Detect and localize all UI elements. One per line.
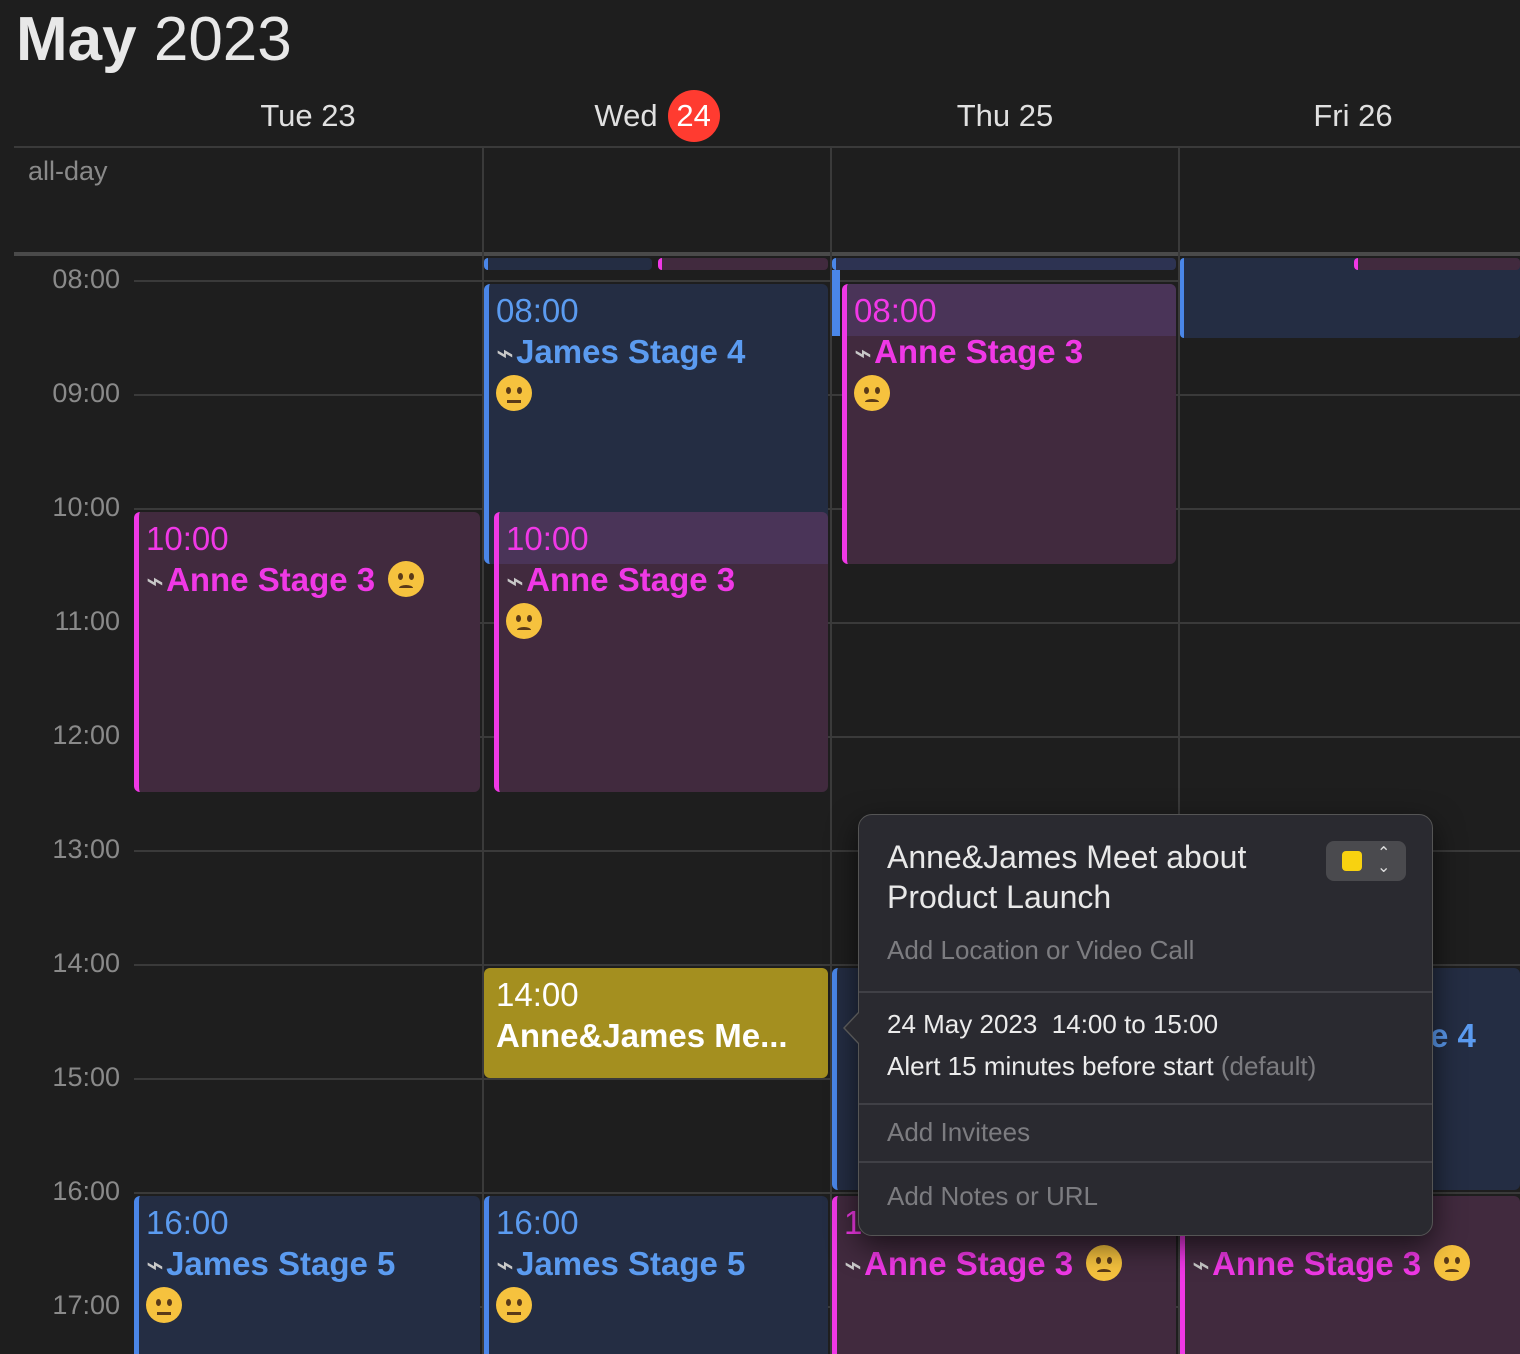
- allday-divider: [14, 252, 1520, 256]
- event-james-stage-5[interactable]: 16:00 ⌁James Stage 5: [134, 1196, 480, 1354]
- hour-label: 17:00: [52, 1290, 120, 1320]
- notes-field[interactable]: Add Notes or URL: [887, 1181, 1098, 1212]
- event-time: 14:00: [496, 976, 579, 1013]
- plug-icon: ⌁: [496, 337, 515, 370]
- date-time-field[interactable]: 24 May 2023 14:00 to 15:00: [887, 1009, 1218, 1040]
- event-stub[interactable]: [832, 270, 840, 336]
- worried-face-icon: [1434, 1245, 1471, 1281]
- weary-face-icon: [496, 375, 532, 411]
- event-time: 10:00: [146, 520, 229, 557]
- event-time: 16:00: [146, 1204, 229, 1241]
- crying-face-icon: [496, 1287, 532, 1323]
- calendar-color-swatch: [1341, 851, 1362, 871]
- event-stub[interactable]: [658, 258, 828, 270]
- day-label: Wed: [594, 98, 658, 133]
- worried-face-icon: [388, 561, 425, 597]
- event-title: ⌁Anne Stage 3: [146, 560, 472, 602]
- day-header-thu[interactable]: Thu 25: [832, 94, 1178, 138]
- event-anne-stage-3[interactable]: 08:00 ⌁Anne Stage 3: [842, 284, 1176, 564]
- worried-face-icon: [854, 375, 890, 411]
- event-title: Anne&James Me...: [496, 1017, 788, 1054]
- hour-label: 08:00: [52, 264, 120, 294]
- day-label: Tue 23: [260, 98, 356, 133]
- event-title: ⌁Anne Stage 3: [506, 560, 820, 642]
- day-header-wed[interactable]: Wed 24: [484, 90, 830, 142]
- plug-icon: ⌁: [506, 565, 525, 598]
- year-label: 2023: [153, 5, 292, 74]
- event-title: ⌁James Stage 4: [496, 332, 820, 414]
- hour-label: 10:00: [52, 492, 120, 522]
- hour-label: 12:00: [52, 720, 120, 750]
- invitees-field[interactable]: Add Invitees: [887, 1117, 1030, 1148]
- hour-label: 13:00: [52, 834, 120, 864]
- day-header-fri[interactable]: Fri 26: [1180, 94, 1520, 138]
- event-time: 08:00: [496, 292, 579, 329]
- month-title: May 2023: [16, 4, 292, 75]
- event-detail-popover: Anne&James Meet about Product Launch ⌃ ⌄ …: [843, 814, 1433, 1236]
- location-field[interactable]: Add Location or Video Call: [887, 935, 1194, 966]
- plug-icon: ⌁: [1192, 1249, 1211, 1282]
- hour-label: 11:00: [54, 606, 120, 636]
- event-title: ⌁Anne Stage 3: [854, 332, 1168, 414]
- event-stub[interactable]: [832, 258, 1176, 270]
- event-james-stage-5[interactable]: 16:00 ⌁James Stage 5: [484, 1196, 828, 1354]
- popover-arrow: [843, 1011, 859, 1045]
- day-header-tue[interactable]: Tue 23: [134, 94, 482, 138]
- divider: [859, 1161, 1432, 1163]
- divider: [859, 991, 1432, 993]
- plug-icon: ⌁: [146, 1249, 165, 1282]
- event-time: 08:00: [854, 292, 937, 329]
- crying-face-icon: [146, 1287, 182, 1323]
- header-divider: [14, 146, 1520, 148]
- worried-face-icon: [506, 603, 542, 639]
- event-title: ⌁James Stage 5: [496, 1244, 820, 1326]
- event-anne-stage-3[interactable]: 10:00 ⌁Anne Stage 3: [494, 512, 828, 792]
- month-label: May: [16, 5, 137, 74]
- hour-label: 14:00: [52, 948, 120, 978]
- day-label: Thu 25: [956, 98, 1054, 133]
- alert-field[interactable]: Alert 15 minutes before start (default): [887, 1051, 1316, 1082]
- chevron-up-down-icon: ⌃ ⌄: [1376, 845, 1391, 876]
- event-stub[interactable]: [484, 258, 652, 270]
- allday-label: all-day: [28, 156, 108, 186]
- hour-label: 15:00: [52, 1062, 120, 1092]
- event-title-field[interactable]: Anne&James Meet about Product Launch: [887, 837, 1307, 917]
- event-stub[interactable]: [1354, 258, 1520, 270]
- plug-icon: ⌁: [854, 337, 873, 370]
- event-time: 10:00: [506, 520, 589, 557]
- hour-label: 16:00: [52, 1176, 120, 1206]
- event-anne-james-meet[interactable]: 14:00 Anne&James Me...: [484, 968, 828, 1078]
- event-title: ⌁James Stage 5: [146, 1244, 472, 1326]
- day-label: Fri 26: [1313, 98, 1393, 133]
- event-title: ⌁Anne Stage 3: [844, 1244, 1168, 1286]
- plug-icon: ⌁: [146, 565, 165, 598]
- event-stub[interactable]: [1180, 258, 1520, 338]
- event-title: ⌁Anne Stage 3: [1192, 1244, 1512, 1286]
- today-badge: 24: [667, 90, 720, 142]
- divider: [859, 1103, 1432, 1105]
- hour-label: 09:00: [52, 378, 120, 408]
- event-time: 16:00: [496, 1204, 579, 1241]
- plug-icon: ⌁: [844, 1249, 863, 1282]
- event-title: e 4: [1430, 1017, 1476, 1054]
- event-anne-stage-3[interactable]: 10:00 ⌁Anne Stage 3: [134, 512, 480, 792]
- worried-face-icon: [1086, 1245, 1123, 1281]
- calendar-color-picker[interactable]: ⌃ ⌄: [1326, 841, 1406, 881]
- plug-icon: ⌁: [496, 1249, 515, 1282]
